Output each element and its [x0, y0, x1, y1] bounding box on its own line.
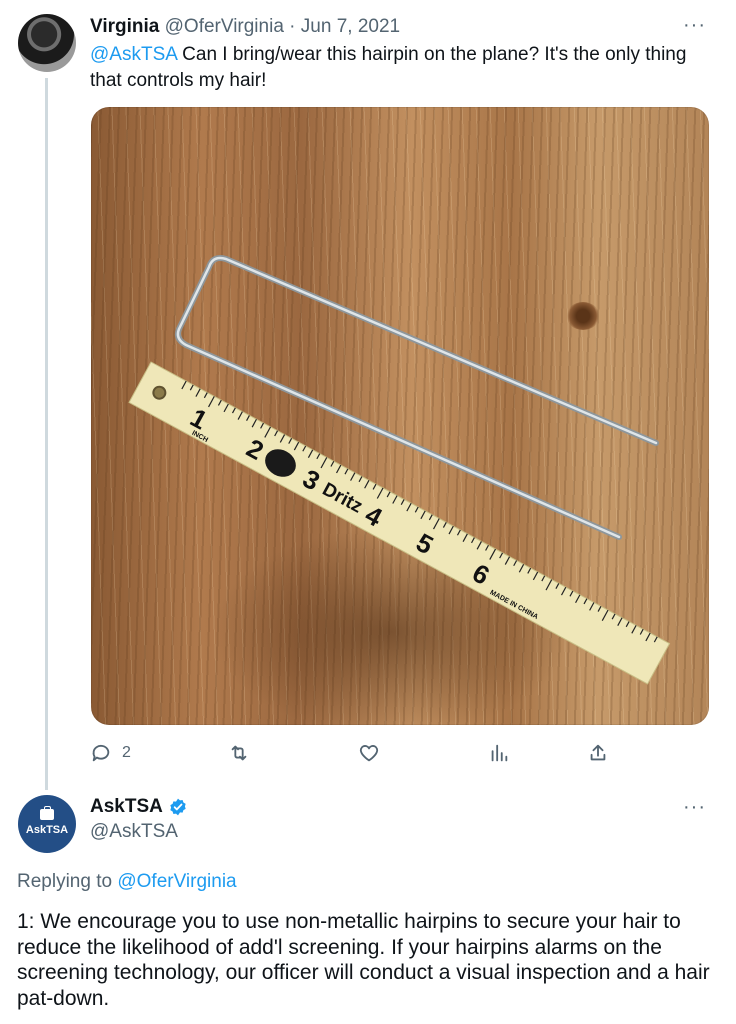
tweet2-author: AskTSA	[90, 796, 188, 818]
header-separator: ·	[289, 16, 296, 37]
analytics-icon	[491, 744, 508, 762]
author-name[interactable]: AskTSA	[90, 796, 163, 818]
replying-to: Replying to @OferVirginia	[17, 871, 237, 893]
tweet-text: 1: We encourage you to use non-metallic …	[17, 910, 710, 1010]
tweet-text: @AskTSA Can I bring/wear this hairpin on…	[90, 42, 700, 94]
hairpin	[174, 255, 659, 540]
author-name[interactable]: Virginia	[90, 16, 159, 37]
replying-handle-link[interactable]: @OferVirginia	[117, 871, 236, 892]
tweet-body: Can I bring/wear this hairpin on the pla…	[90, 44, 687, 91]
tweet-date[interactable]: Jun 7, 2021	[301, 16, 400, 37]
share-icon	[590, 744, 606, 761]
briefcase-icon	[40, 806, 54, 820]
retweet-button[interactable]	[228, 738, 250, 768]
reply-button[interactable]: 2	[90, 738, 131, 768]
more-options-icon[interactable]: ···	[683, 796, 706, 819]
author-handle[interactable]: @OferVirginia	[165, 16, 284, 37]
like-button[interactable]	[358, 738, 380, 768]
tweet1-header: Virginia @OferVirginia · Jun 7, 2021	[90, 14, 400, 40]
avatar-virginia[interactable]	[18, 14, 76, 72]
avatar-asktsa[interactable]: AskTSA	[18, 795, 76, 853]
verified-badge-icon	[170, 798, 186, 816]
hairpin-and-tape-illustration: 1 INCH 2 3 Dritz 4 5 6 MADE IN CHINA	[128, 255, 671, 685]
share-button[interactable]	[587, 738, 609, 768]
mention-link[interactable]: @AskTSA	[90, 44, 177, 65]
thread-connector-line	[45, 78, 48, 790]
avatar-label: AskTSA	[25, 824, 69, 836]
more-options-icon[interactable]: ···	[683, 14, 706, 37]
heart-icon	[359, 745, 379, 762]
views-button[interactable]	[488, 738, 510, 768]
tweet-action-bar: 2	[90, 738, 620, 768]
retweet-icon	[231, 745, 247, 761]
reply-count: 2	[122, 744, 131, 761]
author-handle[interactable]: @AskTSA	[90, 821, 178, 843]
reply-icon	[92, 744, 110, 762]
tweet-photo[interactable]: 1 INCH 2 3 Dritz 4 5 6 MADE IN CHINA	[91, 107, 709, 725]
replying-prefix: Replying to	[17, 871, 118, 892]
